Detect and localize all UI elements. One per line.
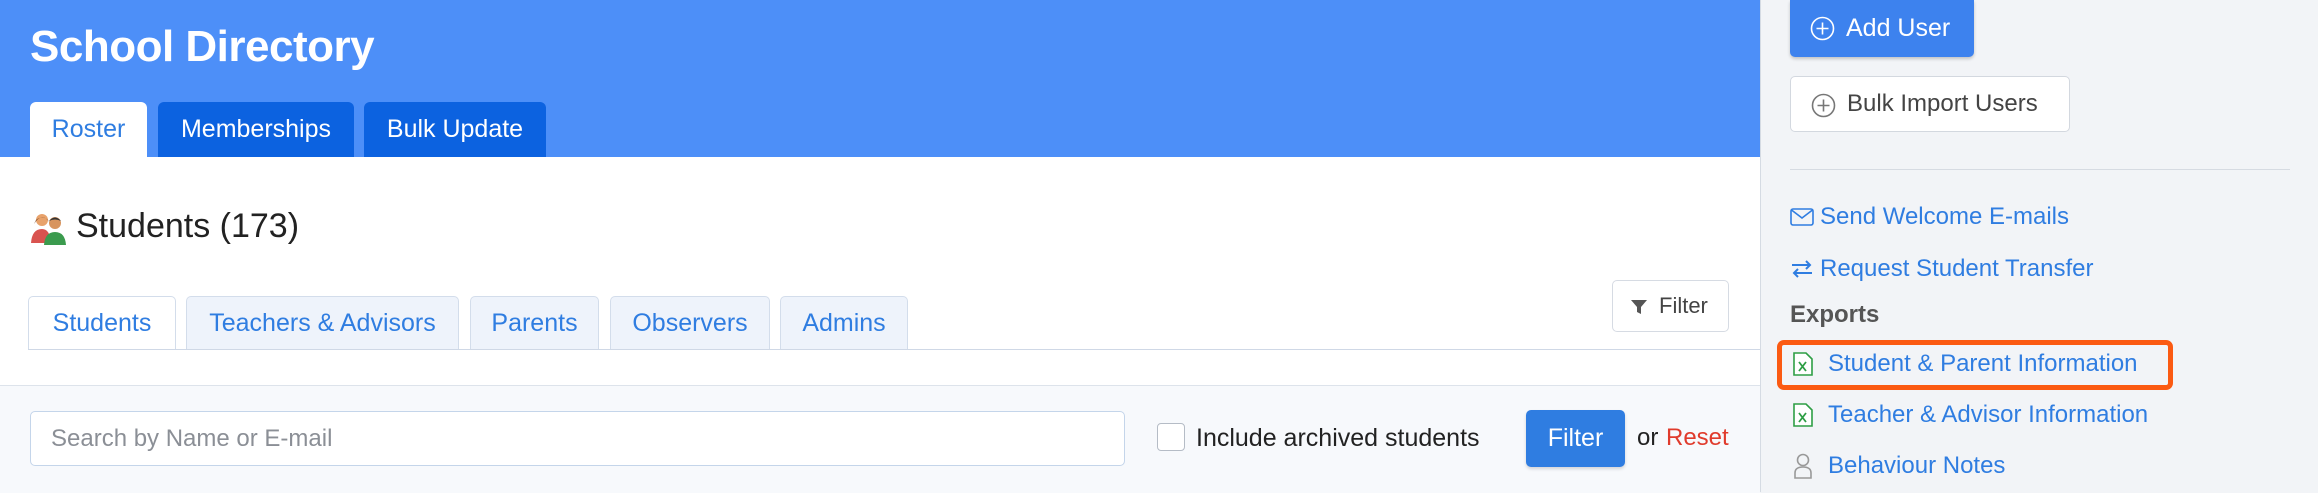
bulk-import-users-button[interactable]: Bulk Import Users (1790, 76, 2070, 132)
request-student-transfer-link[interactable]: Request Student Transfer (1790, 253, 2130, 285)
filter-toggle-button[interactable]: Filter (1612, 280, 1729, 332)
main-panel: School Directory Roster Memberships Bulk… (0, 0, 1761, 493)
page-title: School Directory (30, 22, 375, 71)
request-student-transfer-label: Request Student Transfer (1820, 255, 2094, 282)
excel-file-icon (1793, 403, 1813, 427)
tab-roster[interactable]: Roster (30, 102, 147, 157)
include-archived-label[interactable]: Include archived students (1196, 424, 1480, 453)
search-input[interactable] (30, 411, 1125, 466)
export-behaviour-notes-label: Behaviour Notes (1828, 452, 2006, 479)
reset-link[interactable]: Reset (1666, 424, 1729, 452)
highlight-annotation (1777, 340, 2173, 390)
subtab-admins[interactable]: Admins (780, 296, 908, 349)
funnel-icon (1631, 300, 1647, 314)
person-icon (1794, 453, 1812, 479)
export-behaviour-notes-link[interactable]: Behaviour Notes (1790, 450, 2090, 482)
subtabs-divider (28, 349, 1760, 350)
exports-heading: Exports (1790, 301, 1880, 328)
send-welcome-emails-label: Send Welcome E-mails (1820, 203, 2069, 230)
subtab-students[interactable]: Students (28, 296, 176, 350)
bulk-import-label: Bulk Import Users (1847, 90, 2038, 117)
or-text: or (1637, 424, 1659, 451)
subtab-parents[interactable]: Parents (470, 296, 599, 349)
subtab-observers[interactable]: Observers (610, 296, 770, 349)
send-welcome-emails-link[interactable]: Send Welcome E-mails (1790, 201, 2110, 233)
export-teacher-advisor-label: Teacher & Advisor Information (1828, 401, 2149, 428)
sidebar-divider (1790, 169, 2290, 170)
filter-submit-button[interactable]: Filter (1526, 410, 1625, 467)
transfer-arrows-icon (1792, 260, 1812, 278)
add-user-label: Add User (1846, 14, 1951, 42)
tab-memberships[interactable]: Memberships (158, 102, 354, 157)
include-archived-checkbox[interactable] (1157, 423, 1185, 451)
plus-circle-icon (1811, 93, 1836, 118)
add-user-button[interactable]: Add User (1790, 0, 1974, 57)
envelope-icon (1790, 208, 1814, 226)
section-title: Students (173) (76, 207, 300, 245)
page-header: School Directory Roster Memberships Bulk… (0, 0, 1760, 157)
plus-circle-icon (1810, 16, 1835, 41)
export-teacher-advisor-info-link[interactable]: Teacher & Advisor Information (1790, 399, 2190, 431)
subtab-teachers-advisors[interactable]: Teachers & Advisors (186, 296, 459, 349)
people-icon (31, 214, 66, 245)
tab-bulk-update[interactable]: Bulk Update (364, 102, 546, 157)
filter-toggle-label: Filter (1659, 293, 1708, 318)
